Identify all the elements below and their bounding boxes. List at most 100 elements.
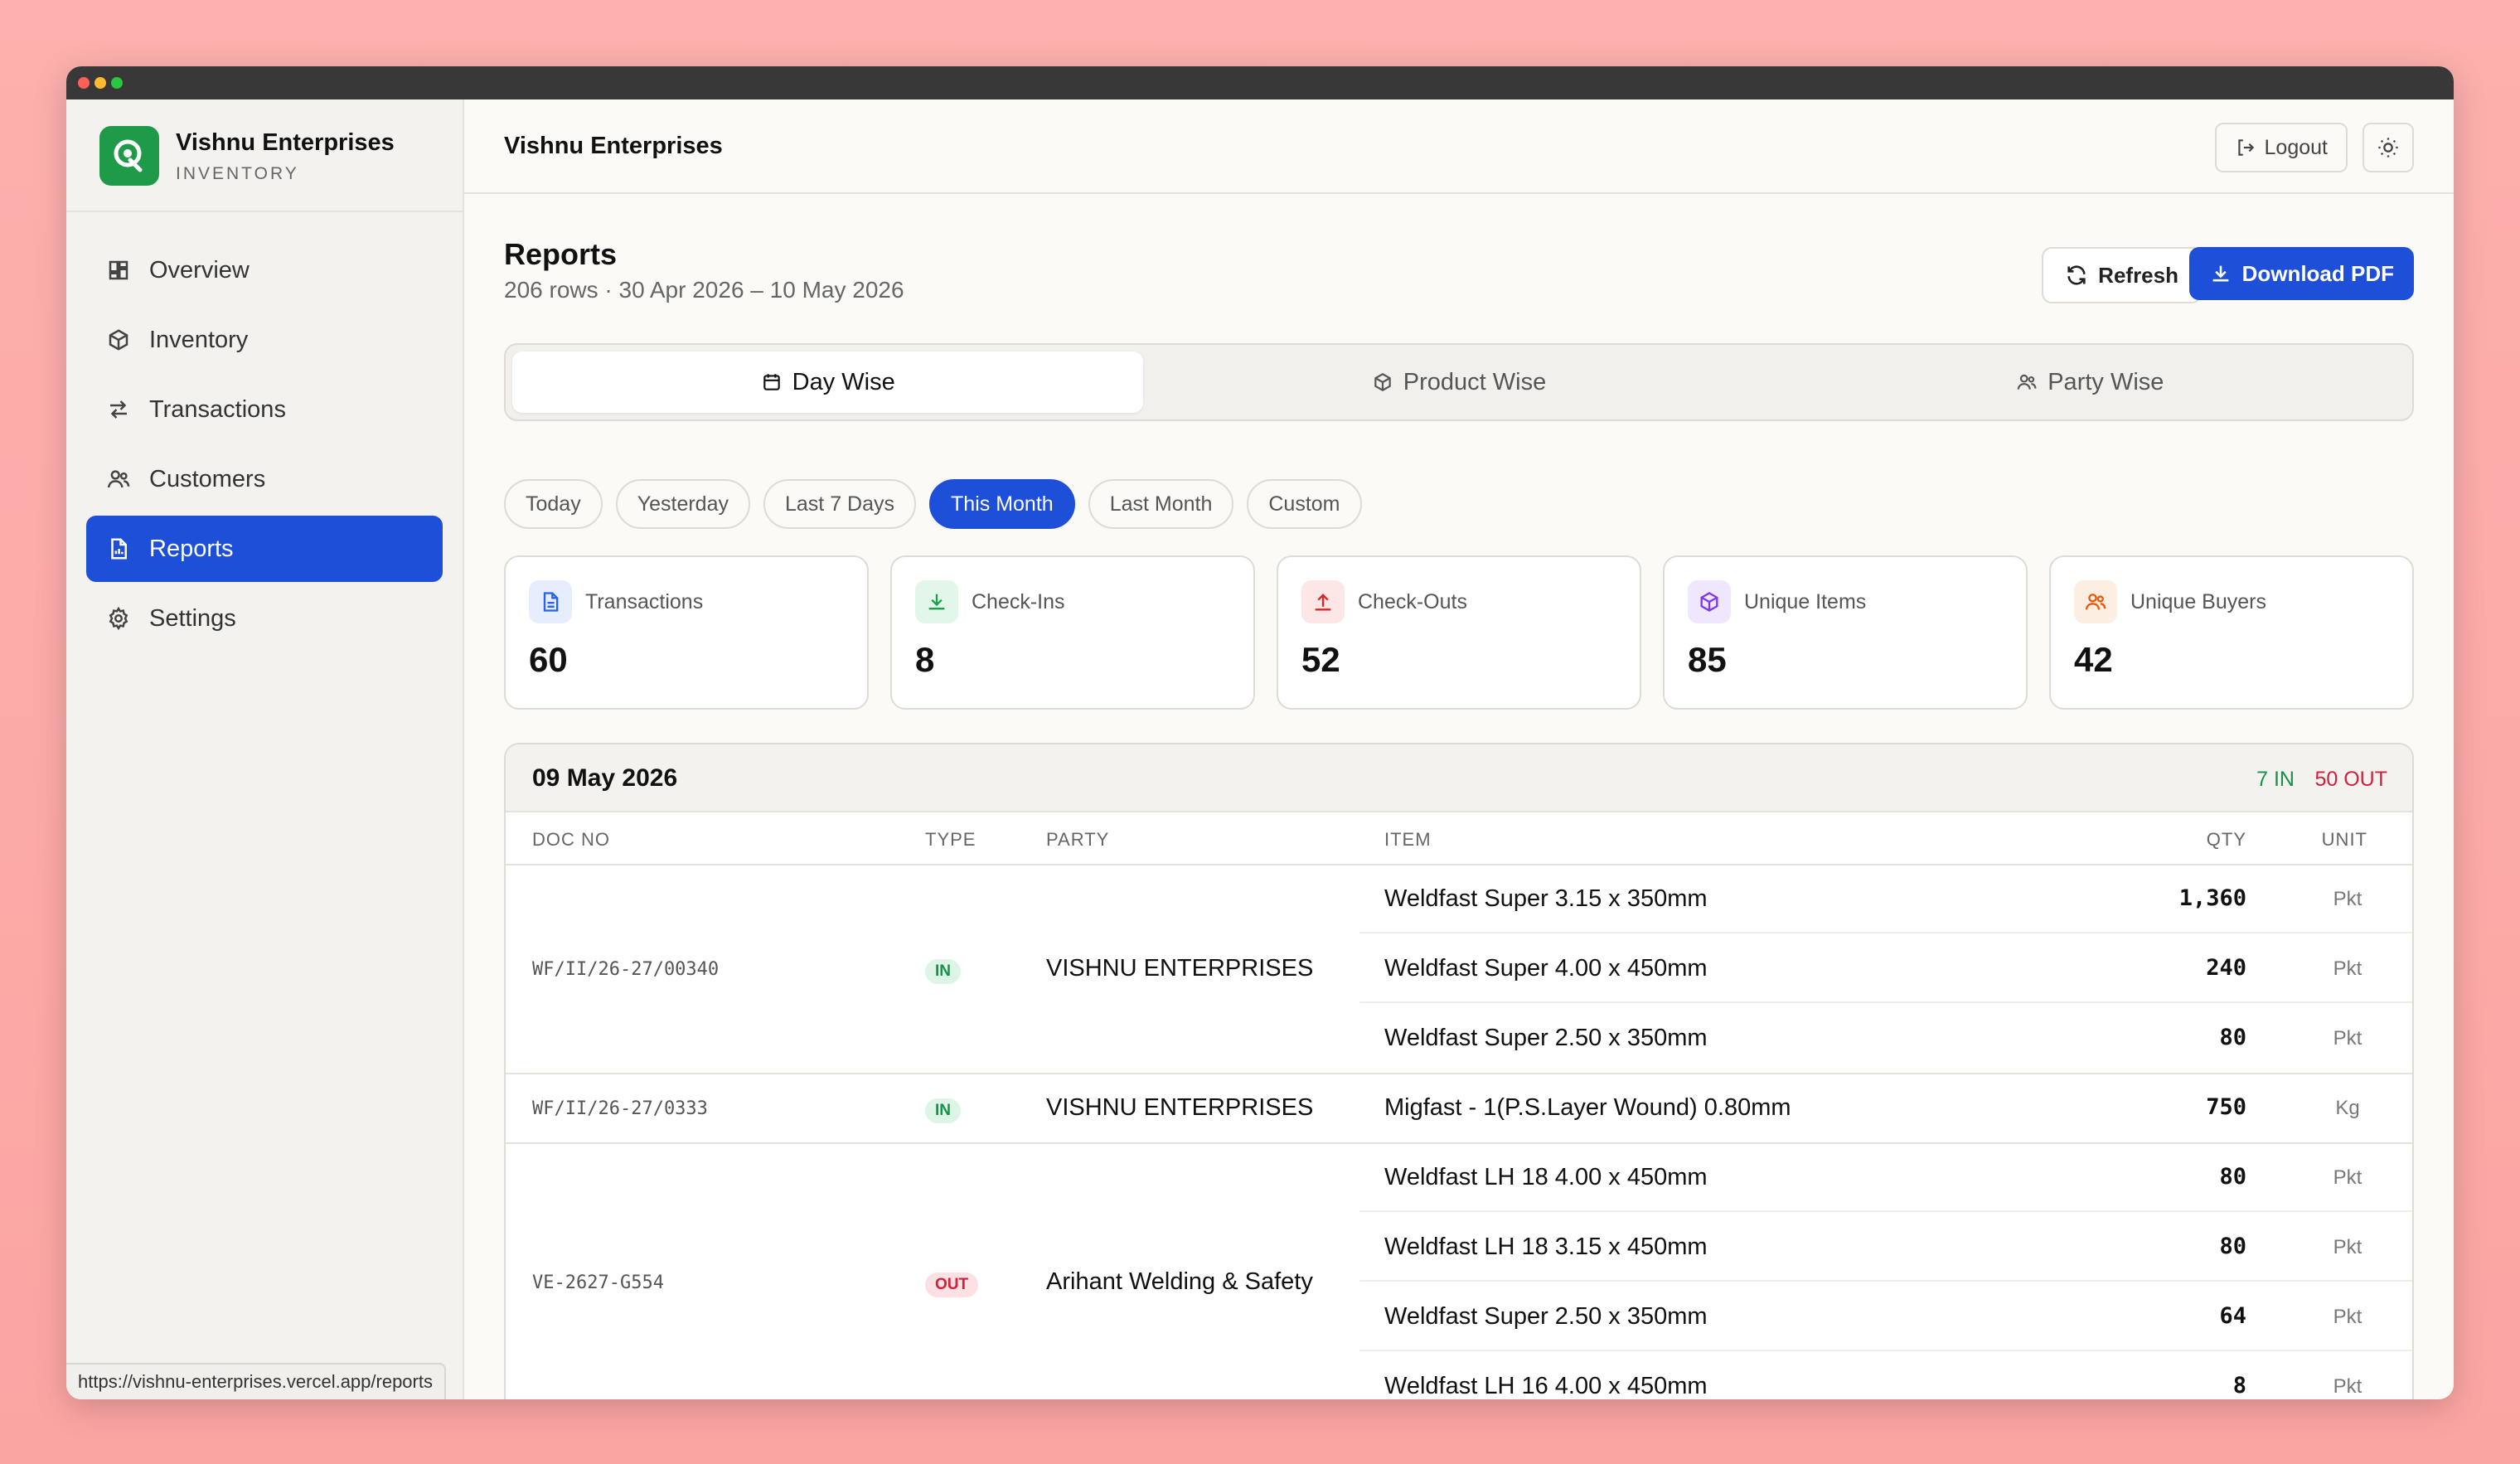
- item-line: Migfast - 1(P.S.Layer Wound) 0.80mm 750 Kg: [1359, 1074, 2412, 1142]
- party-name: Arihant Welding & Safety: [1046, 1268, 1313, 1295]
- item-unit: Pkt: [2333, 1027, 2362, 1050]
- upload-icon: [1301, 580, 1345, 623]
- item-qty: 750: [2206, 1094, 2246, 1120]
- item-line: Weldfast LH 18 3.15 x 450mm 80 Pkt: [1359, 1214, 2412, 1282]
- item-line: Weldfast LH 16 4.00 x 450mm 8 Pkt: [1359, 1353, 2412, 1399]
- table-row[interactable]: VE-2627-G554 OUT Arihant Welding & Safety W…: [506, 1144, 2412, 1399]
- item-qty: 80: [2219, 1164, 2246, 1190]
- item-name: Weldfast LH 18 4.00 x 450mm: [1384, 1164, 1708, 1190]
- range-chip-this-month[interactable]: This Month: [929, 479, 1075, 529]
- stat-label: Unique Items: [1744, 590, 1867, 613]
- stat-label: Check-Ins: [972, 590, 1065, 613]
- item-name: Weldfast Super 2.50 x 350mm: [1384, 1303, 1708, 1330]
- stat-label: Transactions: [585, 590, 704, 613]
- sidebar-item-inventory[interactable]: Inventory: [86, 307, 443, 373]
- grid-icon: [109, 260, 128, 280]
- refresh-label: Refresh: [2098, 262, 2178, 288]
- tab-label: Day Wise: [792, 368, 895, 395]
- logout-label: Logout: [2264, 135, 2328, 159]
- stat-card-unique-items: Unique Items 85: [1663, 555, 2028, 710]
- file-chart-icon: [111, 538, 127, 560]
- stat-value: 52: [1301, 640, 1340, 679]
- sidebar-item-reports[interactable]: Reports: [86, 516, 443, 582]
- sidebar-item-label: Reports: [149, 535, 234, 562]
- table-row[interactable]: WF/II/26-27/00340 IN VISHNU ENTERPRISES Wel…: [506, 865, 2412, 1074]
- gear-icon: [109, 606, 128, 631]
- download-pdf-button[interactable]: Download PDF: [2188, 247, 2414, 300]
- sidebar-item-label: Inventory: [149, 326, 249, 353]
- sidebar-item-label: Customers: [149, 465, 266, 492]
- sidebar-item-label: Transactions: [149, 395, 286, 423]
- brand-subtitle: INVENTORY: [176, 164, 299, 183]
- sidebar-item-settings[interactable]: Settings: [86, 585, 443, 652]
- sidebar-item-label: Settings: [149, 604, 236, 632]
- in-count: 7 IN: [2256, 768, 2295, 791]
- doc-no: VE-2627-G554: [532, 1273, 664, 1293]
- range-chip-yesterday[interactable]: Yesterday: [615, 479, 750, 529]
- stat-card-check-outs: Check-Outs 52: [1277, 555, 1641, 710]
- stat-cards: Transactions 60 Check-Ins 8 Check-Outs 52 Uniq…: [504, 555, 2414, 710]
- logout-button[interactable]: Logout: [2214, 123, 2348, 172]
- tab-day-wise[interactable]: Day Wise: [512, 351, 1144, 413]
- content: Reports 206 rows · 30 Apr 2026 – 10 May …: [504, 194, 2414, 1399]
- stat-value: 85: [1688, 640, 1727, 679]
- page-subtitle: 206 rows · 30 Apr 2026 – 10 May 2026: [504, 277, 904, 303]
- item-qty: 80: [2219, 1234, 2246, 1259]
- party-name: VISHNU ENTERPRISES: [1046, 1094, 1314, 1121]
- close-window-button[interactable]: [78, 77, 90, 89]
- minimize-window-button[interactable]: [94, 77, 106, 89]
- range-chip-custom[interactable]: Custom: [1247, 479, 1362, 529]
- item-name: Weldfast LH 16 4.00 x 450mm: [1384, 1373, 1708, 1399]
- col-unit: UNIT: [2321, 829, 2367, 850]
- tab-product-wise[interactable]: Product Wise: [1143, 351, 1774, 413]
- day-group-header: 09 May 2026 7 IN 50 OUT: [506, 744, 2412, 812]
- download-icon: [915, 580, 958, 623]
- brand: Vishnu Enterprises INVENTORY: [66, 99, 463, 212]
- stat-value: 42: [2074, 640, 2113, 679]
- table-row[interactable]: WF/II/26-27/0333 IN VISHNU ENTERPRISES Migf…: [506, 1074, 2412, 1144]
- sidebar: Vishnu Enterprises INVENTORY Overview Inv…: [66, 99, 464, 1399]
- tab-party-wise[interactable]: Party Wise: [1775, 351, 2406, 413]
- download-icon: [2212, 265, 2228, 282]
- type-badge: IN: [925, 959, 961, 984]
- range-chip-today[interactable]: Today: [504, 479, 603, 529]
- group-date: 09 May 2026: [532, 764, 678, 792]
- item-qty: 80: [2219, 1025, 2246, 1050]
- refresh-button[interactable]: Refresh: [2042, 247, 2202, 303]
- sidebar-item-transactions[interactable]: Transactions: [86, 376, 443, 443]
- day-group: 09 May 2026 7 IN 50 OUT DOC NO TYPE PART…: [504, 743, 2414, 1399]
- cube-icon: [1688, 580, 1731, 623]
- brand-name: Vishnu Enterprises: [176, 129, 395, 156]
- logout-icon: [2237, 139, 2254, 156]
- table-body: WF/II/26-27/00340 IN VISHNU ENTERPRISES Wel…: [506, 865, 2412, 1399]
- download-pdf-label: Download PDF: [2241, 260, 2394, 286]
- tab-label: Product Wise: [1403, 368, 1547, 395]
- item-unit: Pkt: [2333, 957, 2362, 980]
- item-line: Weldfast Super 3.15 x 350mm 1,360 Pkt: [1359, 865, 2412, 933]
- item-name: Weldfast LH 18 3.15 x 450mm: [1384, 1234, 1708, 1260]
- range-chip-last-month[interactable]: Last Month: [1088, 479, 1234, 529]
- date-range-chips: Today Yesterday Last 7 Days This Month Last …: [504, 479, 1375, 529]
- theme-toggle-button[interactable]: [2362, 123, 2414, 172]
- item-line: Weldfast LH 18 4.00 x 450mm 80 Pkt: [1359, 1144, 2412, 1212]
- sidebar-item-overview[interactable]: Overview: [86, 237, 443, 303]
- users-icon: [107, 470, 130, 488]
- users-icon: [2017, 374, 2037, 390]
- col-doc-no: DOC NO: [532, 829, 610, 850]
- refresh-icon: [2067, 265, 2086, 285]
- sidebar-item-customers[interactable]: Customers: [86, 446, 443, 512]
- users-icon: [2074, 580, 2117, 623]
- window-titlebar: [66, 66, 2454, 99]
- calendar-icon: [763, 374, 780, 390]
- doc-no: WF/II/26-27/0333: [532, 1098, 708, 1119]
- status-bar-url: https://vishnu-enterprises.vercel.app/re…: [66, 1363, 446, 1399]
- maximize-window-button[interactable]: [111, 77, 123, 89]
- range-chip-last-7-days[interactable]: Last 7 Days: [763, 479, 917, 529]
- topbar-title: Vishnu Enterprises: [504, 133, 723, 159]
- out-count: 50 OUT: [2314, 768, 2387, 791]
- stat-label: Check-Outs: [1358, 590, 1467, 613]
- stat-card-check-ins: Check-Ins 8: [890, 555, 1255, 710]
- item-name: Weldfast Super 3.15 x 350mm: [1384, 885, 1708, 912]
- item-unit: Pkt: [2333, 1375, 2362, 1398]
- col-qty: QTY: [2206, 829, 2246, 850]
